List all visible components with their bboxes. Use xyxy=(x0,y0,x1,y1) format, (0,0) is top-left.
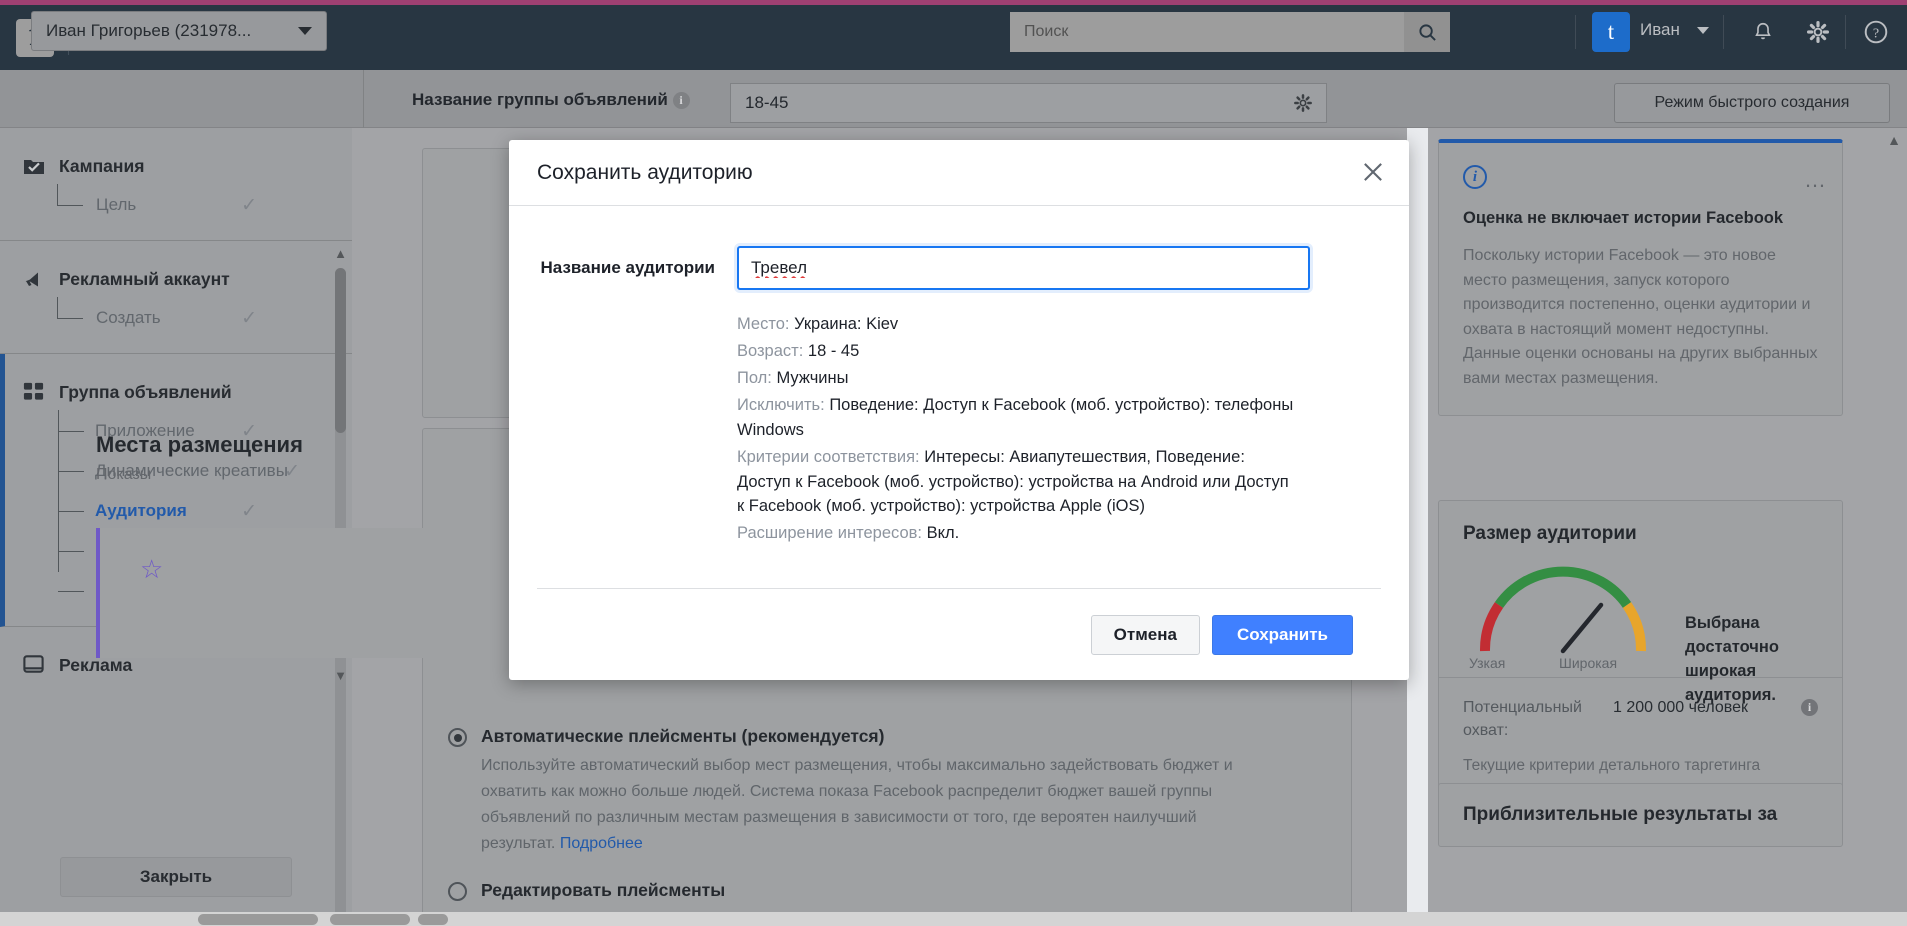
summary-key: Расширение интересов: xyxy=(737,524,922,543)
cancel-button[interactable]: Отмена xyxy=(1090,614,1200,655)
save-button[interactable]: Сохранить xyxy=(1211,614,1353,655)
summary-row: Пол: Мужчины xyxy=(737,366,1297,391)
summary-value: 18 - 45 xyxy=(807,342,860,361)
audience-name-label: Название аудитории xyxy=(540,258,715,277)
summary-row: Расширение интересов: Вкл. xyxy=(737,521,1297,546)
close-icon[interactable] xyxy=(1359,158,1389,188)
audience-name-input[interactable] xyxy=(737,246,1310,290)
summary-row: Возраст: 18 - 45 xyxy=(737,339,1297,364)
summary-row: Исключить: Поведение: Доступ к Facebook … xyxy=(737,393,1297,442)
scrollbar-thumb-2[interactable] xyxy=(330,914,410,925)
dialog-title: Сохранить аудиторию xyxy=(537,160,753,184)
summary-value: Украина: Kiev xyxy=(794,315,899,333)
audience-name-column: Место: Украина: Kiev Возраст: 18 - 45 По… xyxy=(737,246,1381,588)
dialog-footer: Отмена Сохранить xyxy=(537,588,1381,680)
scrollbar-thumb[interactable] xyxy=(198,914,318,925)
scrollbar-thumb-3[interactable] xyxy=(418,914,448,925)
summary-row: Место: Украина: Kiev xyxy=(737,312,1297,337)
app-root: Ads Manager t Иван xyxy=(0,0,1907,926)
dialog-header: Сохранить аудиторию xyxy=(509,140,1409,206)
horizontal-scrollbar[interactable] xyxy=(0,912,1907,926)
summary-row: Критерии соответствия: Интересы: Авиапут… xyxy=(737,445,1297,519)
summary-value: Мужчины xyxy=(776,369,849,388)
summary-value: Вкл. xyxy=(926,524,960,543)
audience-summary: Место: Украина: Kiev Возраст: 18 - 45 По… xyxy=(737,312,1297,546)
summary-key: Пол: xyxy=(737,369,772,388)
summary-key: Возраст: xyxy=(737,342,804,361)
summary-key: Место: xyxy=(737,315,790,333)
summary-key: Критерии соответствия: xyxy=(737,447,920,466)
summary-key: Исключить: xyxy=(737,396,825,415)
save-audience-dialog: Сохранить аудиторию Название аудитории М… xyxy=(509,140,1409,680)
dialog-body: Название аудитории Место: Украина: Kiev … xyxy=(509,206,1409,588)
